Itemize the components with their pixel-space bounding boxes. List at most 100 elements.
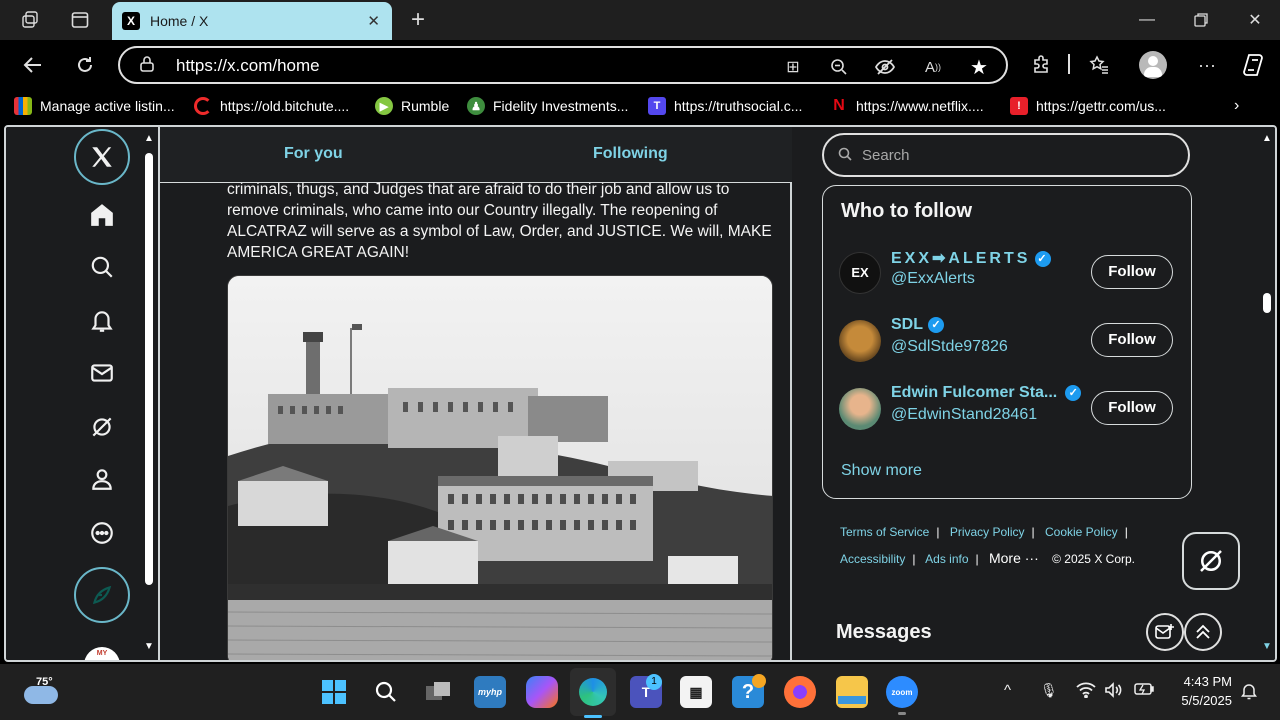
fav-item[interactable]: ♟ Fidelity Investments... <box>467 96 628 116</box>
active-tab[interactable]: X Home / X ✕ <box>112 2 392 40</box>
copilot-icon[interactable] <box>1240 52 1266 78</box>
post-image[interactable] <box>227 275 773 660</box>
notifications-icon[interactable] <box>1240 682 1258 704</box>
scroll-down-arrow-icon[interactable]: ▼ <box>1262 641 1272 652</box>
back-icon[interactable] <box>20 52 46 78</box>
user-name[interactable]: SDL ✓ <box>891 316 944 334</box>
wifi-icon[interactable] <box>1076 682 1096 702</box>
more-link[interactable]: More ··· <box>989 550 1039 566</box>
store-icon[interactable]: ▦ <box>680 676 712 708</box>
fav-item[interactable]: N https://www.netflix.... <box>830 96 983 116</box>
notifications-bell-icon[interactable] <box>84 303 120 339</box>
fav-item[interactable]: https://old.bitchute.... <box>194 96 349 116</box>
clock[interactable]: 4:43 PM 5/5/2025 <box>1170 674 1232 708</box>
tracking-prevention-icon[interactable] <box>874 56 896 78</box>
avatar[interactable]: EX <box>839 252 881 294</box>
left-scrollbar[interactable]: ▲ ▼ <box>140 127 160 660</box>
new-message-icon[interactable] <box>1146 613 1184 651</box>
explore-search-icon[interactable] <box>84 249 120 285</box>
task-view-icon[interactable] <box>422 676 454 708</box>
minimize-icon[interactable]: — <box>1132 8 1162 32</box>
gettr-icon: ! <box>1010 97 1028 115</box>
start-icon[interactable] <box>318 676 350 708</box>
more-options-icon[interactable] <box>84 515 120 551</box>
right-scrollbar[interactable]: ▲ ▼ <box>1260 127 1275 660</box>
compose-post-icon[interactable] <box>74 567 130 623</box>
myhp-icon[interactable]: myhp <box>474 676 506 708</box>
taskbar-search-icon[interactable] <box>370 676 402 708</box>
show-more-link[interactable]: Show more <box>841 462 922 480</box>
follow-button[interactable]: Follow <box>1091 255 1173 289</box>
right-sidebar: Search Who to follow EX EXX➡ALERTS ✓ @Exx… <box>794 127 1260 660</box>
x-logo-icon[interactable] <box>74 129 130 185</box>
terms-link[interactable]: Terms of Service <box>840 525 929 539</box>
follow-suggestion[interactable]: EX EXX➡ALERTS ✓ @ExxAlerts Follow <box>839 248 1179 298</box>
fav-item[interactable]: ! https://gettr.com/us... <box>1010 96 1166 116</box>
favorites-overflow-chevron-icon[interactable]: › <box>1234 96 1239 116</box>
scroll-up-arrow-icon[interactable]: ▲ <box>1262 133 1272 144</box>
user-handle[interactable]: @EdwinStand28461 <box>891 406 1037 424</box>
lock-icon[interactable] <box>140 56 154 75</box>
avatar[interactable] <box>839 388 881 430</box>
scroll-up-arrow-icon[interactable]: ▲ <box>144 133 154 144</box>
restore-icon[interactable] <box>1186 8 1216 32</box>
user-handle[interactable]: @ExxAlerts <box>891 270 975 288</box>
refresh-icon[interactable] <box>72 52 98 78</box>
tab-actions-icon[interactable] <box>68 8 92 32</box>
file-explorer-icon[interactable] <box>836 676 868 708</box>
follow-suggestion[interactable]: Edwin Fulcomer Sta... ✓ @EdwinStand28461 … <box>839 384 1179 434</box>
copilot-app-icon[interactable] <box>526 676 558 708</box>
close-window-icon[interactable]: ✕ <box>1240 8 1270 32</box>
search-input[interactable]: Search <box>822 133 1190 177</box>
privacy-link[interactable]: Privacy Policy <box>950 525 1025 539</box>
cookie-link[interactable]: Cookie Policy <box>1045 525 1118 539</box>
expand-messages-icon[interactable] <box>1184 613 1222 651</box>
account-avatar[interactable]: MY <box>84 647 120 660</box>
microphone-icon[interactable]: 🎙 <box>1040 682 1058 699</box>
settings-more-icon[interactable]: ··· <box>1194 52 1220 78</box>
zoom-icon[interactable]: zoom <box>886 676 918 708</box>
grok-button[interactable] <box>1182 532 1240 590</box>
firefox-icon[interactable] <box>784 676 816 708</box>
user-name[interactable]: Edwin Fulcomer Sta... ✓ <box>891 384 1082 402</box>
fav-item[interactable]: T https://truthsocial.c... <box>648 96 802 116</box>
home-icon[interactable] <box>84 197 120 233</box>
scrollbar-thumb[interactable] <box>1263 293 1271 313</box>
follow-button[interactable]: Follow <box>1091 391 1173 425</box>
profile-icon[interactable] <box>84 461 120 497</box>
follow-suggestion[interactable]: SDL ✓ @SdlStde97826 Follow <box>839 316 1179 366</box>
follow-button[interactable]: Follow <box>1091 323 1173 357</box>
extensions-icon[interactable] <box>1028 52 1054 78</box>
volume-icon[interactable] <box>1104 682 1124 702</box>
fav-item[interactable]: ▶ Rumble <box>375 96 449 116</box>
scroll-down-arrow-icon[interactable]: ▼ <box>144 641 154 652</box>
user-handle[interactable]: @SdlStde97826 <box>891 338 1008 356</box>
battery-icon[interactable] <box>1134 682 1154 700</box>
apps-icon[interactable]: ⊞ <box>782 56 804 78</box>
favorites-icon[interactable] <box>1086 52 1112 78</box>
profile-avatar[interactable] <box>1139 51 1167 79</box>
close-tab-icon[interactable]: ✕ <box>367 12 380 30</box>
zoom-out-icon[interactable] <box>828 56 850 78</box>
grok-icon[interactable] <box>84 409 120 445</box>
workspaces-icon[interactable] <box>18 8 42 32</box>
new-tab-icon[interactable]: + <box>406 6 430 33</box>
ebay-icon <box>14 97 32 115</box>
url-text[interactable]: https://x.com/home <box>176 56 320 76</box>
scrollbar-thumb[interactable] <box>145 153 153 585</box>
ads-info-link[interactable]: Ads info <box>925 552 968 566</box>
messages-mail-icon[interactable] <box>84 355 120 391</box>
accessibility-link[interactable]: Accessibility <box>840 552 905 566</box>
messages-title[interactable]: Messages <box>836 621 932 644</box>
avatar[interactable] <box>839 320 881 362</box>
tab-following[interactable]: Following <box>593 145 668 163</box>
address-bar[interactable]: https://x.com/home ⊞ A)) ★ <box>118 46 1008 84</box>
user-name[interactable]: EXX➡ALERTS ✓ <box>891 248 1052 268</box>
fav-item[interactable]: Manage active listin... <box>14 96 175 116</box>
tab-for-you[interactable]: For you <box>284 145 343 163</box>
weather-widget[interactable]: 75° <box>22 676 64 706</box>
read-aloud-icon[interactable]: A)) <box>922 56 944 78</box>
edge-active-app[interactable] <box>570 668 616 716</box>
show-hidden-icons-chevron-icon[interactable]: ^ <box>1004 682 1011 699</box>
favorite-star-icon[interactable]: ★ <box>968 56 990 79</box>
